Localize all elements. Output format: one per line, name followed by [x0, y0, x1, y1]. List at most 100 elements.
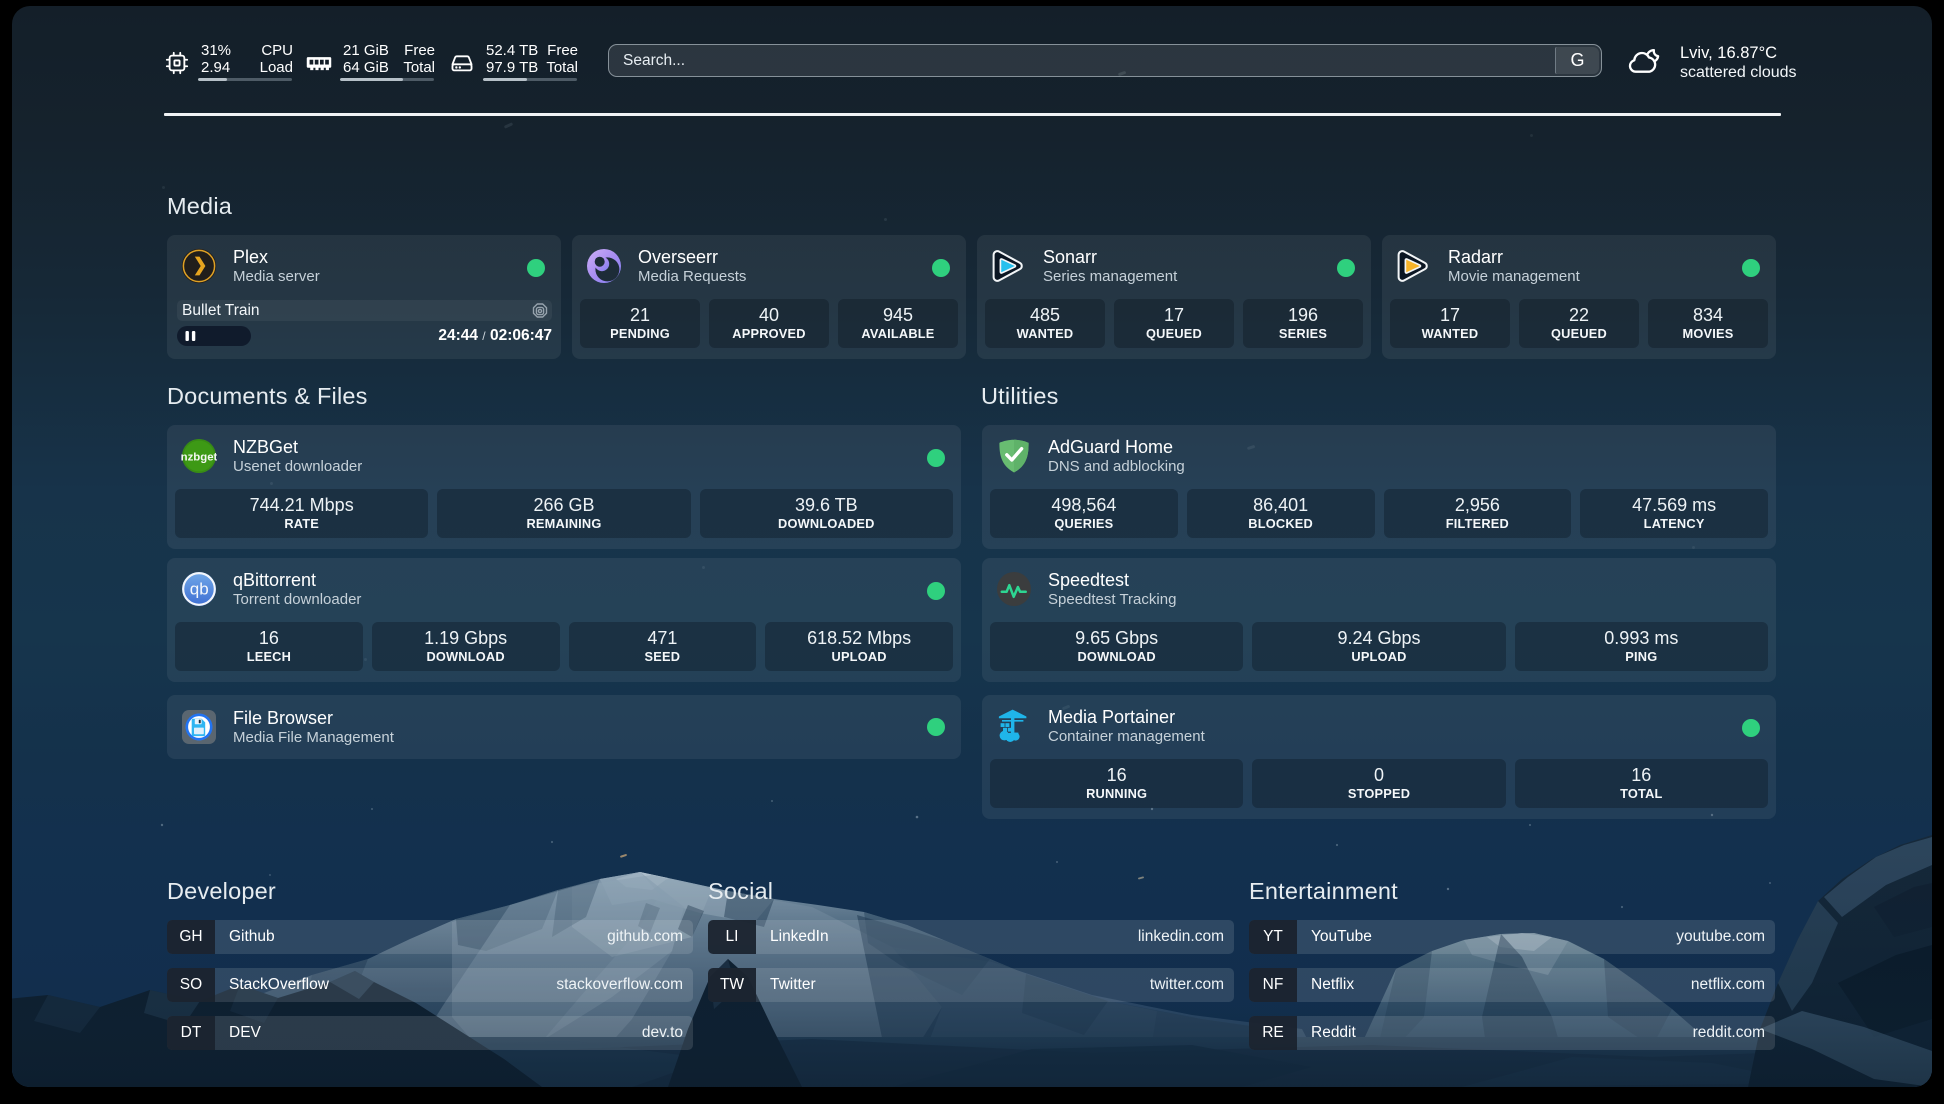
plex-now-playing: Bullet Train — [177, 300, 552, 321]
bookmark-group-entertainment: YT YouTube youtube.com NF Netflix netfli… — [1249, 920, 1775, 1064]
bookmark-name: LinkedIn — [756, 920, 1138, 954]
service-name: Media Portainer — [1048, 707, 1205, 728]
service-name: qBittorrent — [233, 570, 361, 591]
bookmark-dev[interactable]: DT DEV dev.to — [167, 1016, 693, 1050]
stat-value: 16 — [1631, 765, 1651, 786]
stat-label: AVAILABLE — [861, 326, 934, 342]
stat-block: 47.569 msLATENCY — [1580, 489, 1768, 538]
stat-label: REMAINING — [526, 516, 601, 532]
bookmark-abbr: SO — [167, 968, 215, 1002]
section-title-developer: Developer — [167, 876, 276, 906]
bookmark-name: StackOverflow — [215, 968, 556, 1002]
stat-label: TOTAL — [1620, 786, 1662, 802]
media-cards-row: Plex Media server Bullet Train — [167, 235, 1776, 359]
bookmark-twitter[interactable]: TW Twitter twitter.com — [708, 968, 1234, 1002]
overseerr-icon — [586, 248, 622, 284]
service-description: Movie management — [1448, 268, 1580, 286]
bookmark-url: dev.to — [642, 1016, 693, 1050]
service-name: Sonarr — [1043, 247, 1177, 268]
camera-badge-icon — [532, 303, 548, 319]
bookmark-abbr: TW — [708, 968, 756, 1002]
bookmark-name: DEV — [215, 1016, 642, 1050]
svg-text:nzbget: nzbget — [181, 451, 217, 463]
bookmark-url: stackoverflow.com — [556, 968, 693, 1002]
bookmark-name: Netflix — [1297, 968, 1691, 1002]
service-description: Torrent downloader — [233, 591, 361, 609]
status-dot — [527, 259, 545, 277]
now-playing-title: Bullet Train — [177, 302, 532, 320]
stat-block: 618.52 MbpsUPLOAD — [765, 622, 953, 671]
bookmark-url: linkedin.com — [1138, 920, 1234, 954]
bookmark-github[interactable]: GH Github github.com — [167, 920, 693, 954]
section-title-social: Social — [708, 876, 773, 906]
service-stats: 498,564QUERIES 86,401BLOCKED 2,956FILTER… — [990, 489, 1768, 538]
stat-block: 21PENDING — [580, 299, 700, 348]
bookmark-youtube[interactable]: YT YouTube youtube.com — [1249, 920, 1775, 954]
service-name: AdGuard Home — [1048, 437, 1185, 458]
radarr-icon — [1396, 248, 1432, 284]
portainer-icon — [996, 708, 1032, 744]
stat-label: UPLOAD — [1351, 649, 1406, 665]
service-card-nzbget[interactable]: nzbget NZBGet Usenet downloader 744.21 M… — [167, 425, 961, 549]
stat-label: BLOCKED — [1248, 516, 1313, 532]
stat-label: APPROVED — [732, 326, 805, 342]
section-title-documents: Documents & Files — [167, 381, 368, 411]
stat-value: 0 — [1374, 765, 1384, 786]
service-card-plex[interactable]: Plex Media server Bullet Train — [167, 235, 561, 359]
bookmark-url: twitter.com — [1150, 968, 1234, 1002]
stat-value: 196 — [1288, 305, 1318, 326]
stat-value: 17 — [1440, 305, 1460, 326]
stat-block: 17QUEUED — [1114, 299, 1234, 348]
bookmark-reddit[interactable]: RE Reddit reddit.com — [1249, 1016, 1775, 1050]
service-card-adguard[interactable]: AdGuard Home DNS and adblocking 498,564Q… — [982, 425, 1776, 549]
status-dot — [932, 259, 950, 277]
plex-icon — [181, 248, 217, 284]
bookmark-url: netflix.com — [1691, 968, 1775, 1002]
playback-elapsed: 24:44 — [438, 327, 478, 344]
bookmark-stackoverflow[interactable]: SO StackOverflow stackoverflow.com — [167, 968, 693, 1002]
stat-value: 744.21 Mbps — [250, 495, 354, 516]
section-title-media: Media — [167, 191, 232, 221]
service-description: Media Requests — [638, 268, 746, 286]
stat-value: 9.24 Gbps — [1337, 628, 1420, 649]
service-card-sonarr[interactable]: Sonarr Series management 485WANTED 17QUE… — [977, 235, 1371, 359]
service-description: Series management — [1043, 268, 1177, 286]
qbittorrent-icon: qb — [181, 571, 217, 607]
service-name: Speedtest — [1048, 570, 1176, 591]
stat-value: 1.19 Gbps — [424, 628, 507, 649]
status-dot — [1742, 719, 1760, 737]
stat-block: 196SERIES — [1243, 299, 1363, 348]
stat-label: QUEUED — [1551, 326, 1607, 342]
service-stats: 16LEECH 1.19 GbpsDOWNLOAD 471SEED 618.52… — [175, 622, 953, 671]
stat-value: 17 — [1164, 305, 1184, 326]
stat-label: DOWNLOADED — [778, 516, 875, 532]
stat-label: MOVIES — [1683, 326, 1734, 342]
service-card-filebrowser[interactable]: File Browser Media File Management — [167, 695, 961, 759]
filebrowser-icon — [181, 709, 217, 745]
speedtest-icon — [996, 571, 1032, 607]
bookmark-netflix[interactable]: NF Netflix netflix.com — [1249, 968, 1775, 1002]
stat-label: PENDING — [610, 326, 670, 342]
service-card-overseerr[interactable]: Overseerr Media Requests 21PENDING 40APP… — [572, 235, 966, 359]
bookmark-name: Twitter — [756, 968, 1150, 1002]
stat-block: 471SEED — [569, 622, 757, 671]
stat-label: FILTERED — [1446, 516, 1509, 532]
status-dot — [927, 718, 945, 736]
service-card-portainer[interactable]: Media Portainer Container management 16R… — [982, 695, 1776, 819]
service-card-radarr[interactable]: Radarr Movie management 17WANTED 22QUEUE… — [1382, 235, 1776, 359]
stat-value: 22 — [1569, 305, 1589, 326]
bookmark-linkedin[interactable]: LI LinkedIn linkedin.com — [708, 920, 1234, 954]
stat-label: RATE — [284, 516, 319, 532]
bookmark-abbr: GH — [167, 920, 215, 954]
stat-value: 618.52 Mbps — [807, 628, 911, 649]
status-dot — [927, 582, 945, 600]
stat-block: 86,401BLOCKED — [1187, 489, 1375, 538]
service-card-speedtest[interactable]: Speedtest Speedtest Tracking 9.65 GbpsDO… — [982, 558, 1776, 682]
service-card-qbittorrent[interactable]: qb qBittorrent Torrent downloader 16LEEC… — [167, 558, 961, 682]
service-description: Media server — [233, 268, 320, 286]
stat-block: 266 GBREMAINING — [437, 489, 690, 538]
bookmark-name: YouTube — [1297, 920, 1676, 954]
stat-value: 47.569 ms — [1632, 495, 1716, 516]
playback-duration: 02:06:47 — [490, 327, 552, 344]
stat-value: 498,564 — [1051, 495, 1116, 516]
